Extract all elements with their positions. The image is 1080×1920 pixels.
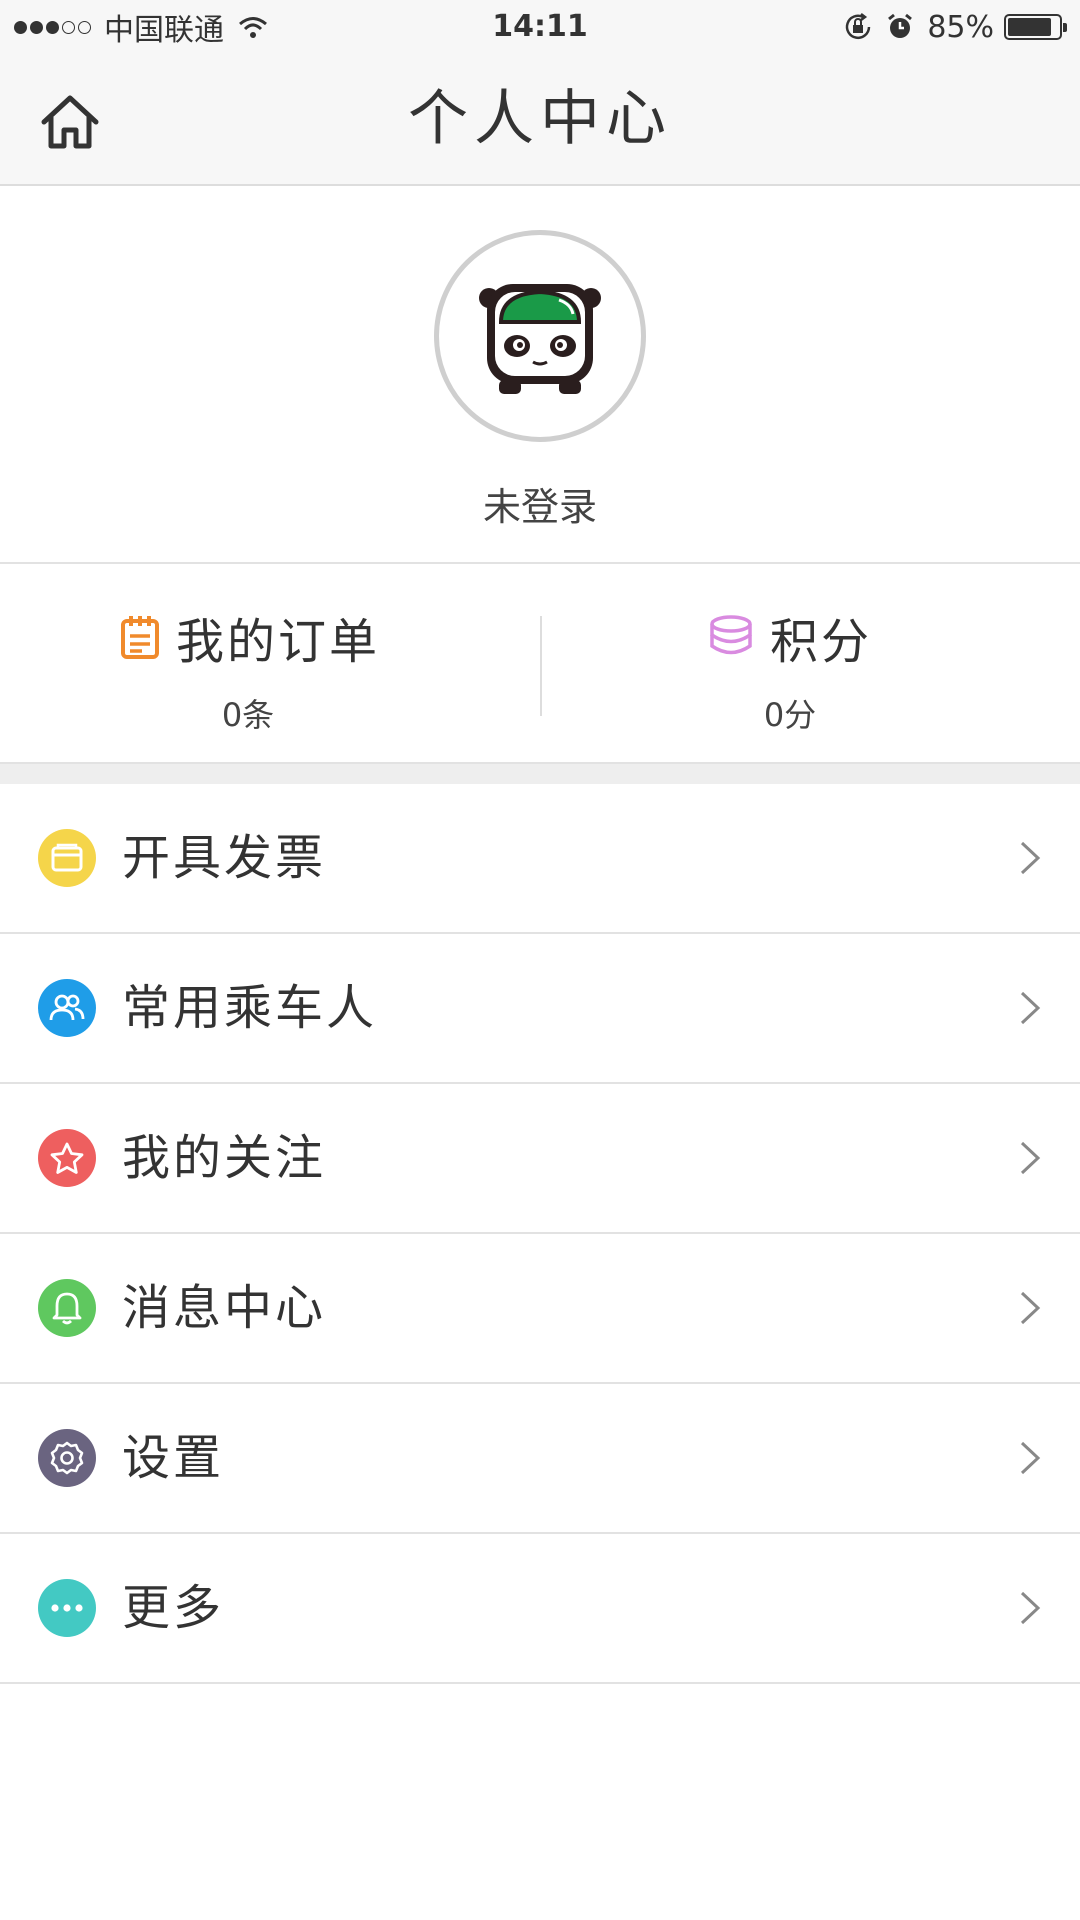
alarm-icon: [888, 13, 913, 38]
more-dots-icon: [38, 1579, 96, 1637]
section-gap: [0, 764, 1080, 784]
my-orders-stat[interactable]: 我的订单 0条: [0, 564, 540, 762]
menu-item-settings[interactable]: 设置: [0, 1384, 1080, 1534]
login-status[interactable]: 未登录: [0, 476, 1080, 531]
avatar[interactable]: [434, 230, 646, 442]
calendar-icon: [120, 616, 159, 659]
my-orders-count: 0条: [221, 696, 275, 734]
chevron-right-icon: [1020, 1291, 1041, 1325]
home-icon: [41, 95, 99, 149]
status-bar: 中国联通 14:11 85%: [0, 0, 1080, 54]
menu-item-passengers[interactable]: 常用乘车人: [0, 934, 1080, 1084]
menu-list: 开具发票 常用乘车人 我的关注 消息中心 设置 更多: [0, 784, 1080, 1684]
my-orders-label: 我的订单: [175, 614, 380, 670]
star-icon: [38, 1129, 96, 1187]
menu-item-label: 我的关注: [122, 1130, 327, 1186]
status-right: 85%: [843, 8, 1067, 46]
menu-item-label: 消息中心: [122, 1280, 327, 1336]
gear-icon: [38, 1429, 96, 1487]
chevron-right-icon: [1020, 1441, 1041, 1475]
chevron-right-icon: [1020, 991, 1041, 1025]
users-icon: [38, 979, 96, 1037]
my-orders-header: 我的订单: [0, 602, 520, 672]
menu-item-favorites[interactable]: 我的关注: [0, 1084, 1080, 1234]
chevron-right-icon: [1020, 1141, 1041, 1175]
bell-icon: [38, 1279, 96, 1337]
chevron-right-icon: [1020, 1591, 1041, 1625]
menu-item-label: 设置: [122, 1430, 225, 1486]
menu-item-label: 开具发票: [122, 830, 327, 886]
menu-item-label: 常用乘车人: [122, 980, 378, 1036]
chevron-right-icon: [1020, 841, 1041, 875]
battery-icon: [1004, 14, 1067, 40]
nav-bar: 个人中心: [0, 54, 1080, 186]
points-stat[interactable]: 积分 0分: [540, 564, 1080, 762]
battery-percent: 85%: [927, 9, 994, 45]
bus-mascot-icon: [479, 284, 601, 394]
menu-item-messages[interactable]: 消息中心: [0, 1234, 1080, 1384]
rotation-lock-icon: [846, 13, 871, 40]
coins-icon: [710, 615, 752, 655]
stats-row: 我的订单 0条 积分 0分: [0, 564, 1080, 764]
battery-fill: [1008, 18, 1051, 36]
invoice-card-icon: [38, 829, 96, 887]
points-count: 0分: [763, 696, 817, 734]
home-button[interactable]: [38, 90, 102, 154]
menu-item-label: 更多: [122, 1580, 225, 1636]
profile-section: 未登录: [0, 186, 1080, 564]
menu-item-more[interactable]: 更多: [0, 1534, 1080, 1684]
page-title: 个人中心: [408, 84, 672, 154]
points-header: 积分: [520, 602, 1060, 672]
menu-item-invoice[interactable]: 开具发票: [0, 784, 1080, 934]
points-label: 积分: [769, 614, 872, 670]
